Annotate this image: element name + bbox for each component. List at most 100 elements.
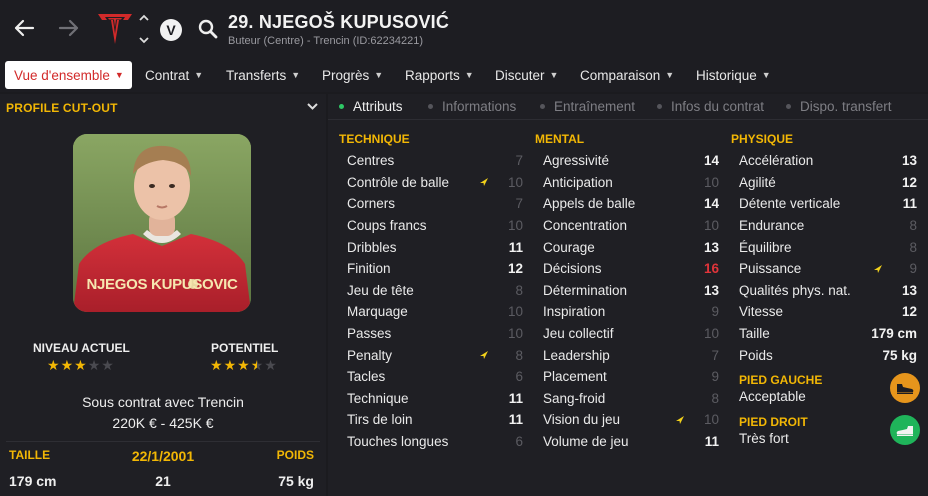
attribute-name: Sang-froid: [543, 390, 606, 406]
attribute-name: Marquage: [347, 304, 408, 320]
attribute-value: 8: [711, 390, 719, 406]
attribute-row[interactable]: Tirs de loin 11: [339, 409, 523, 431]
attribute-row[interactable]: Contrôle de balle 10: [339, 172, 523, 194]
attribute-row[interactable]: Technique 11: [339, 388, 523, 410]
attribute-name: Taille: [739, 326, 770, 342]
weight-label: POIDS: [276, 448, 314, 462]
attribute-row[interactable]: Corners 7: [339, 193, 523, 215]
attribute-row[interactable]: Dribbles 11: [339, 236, 523, 258]
attribute-name: Puissance: [739, 261, 802, 277]
attribute-row[interactable]: Jeu collectif 10: [535, 323, 719, 345]
attribute-row[interactable]: Placement 9: [535, 366, 719, 388]
subtab-transfer-availability[interactable]: Dispo. transfert: [786, 99, 892, 114]
attribute-row[interactable]: Taille 179 cm: [731, 323, 917, 345]
subtab-attributes[interactable]: Attributs: [339, 99, 403, 114]
attribute-row[interactable]: Tacles 6: [339, 366, 523, 388]
attribute-value: 8: [909, 239, 917, 255]
attribute-row[interactable]: Poids 75 kg: [731, 344, 917, 366]
attribute-row[interactable]: Courage 13: [535, 236, 719, 258]
club-switcher[interactable]: [137, 14, 151, 44]
attribute-row[interactable]: Détermination 13: [535, 280, 719, 302]
attribute-name: Équilibre: [739, 239, 792, 255]
attribute-name: Endurance: [739, 218, 805, 234]
player-name: 29. NJEGOŠ KUPUSOVIĆ: [228, 12, 450, 32]
attribute-row[interactable]: Agressivité 14: [535, 150, 719, 172]
attribute-row[interactable]: Agilité 12: [731, 172, 917, 194]
nav-discuss[interactable]: Discuter ▼: [495, 61, 558, 89]
chevron-down-icon: ▼: [114, 70, 124, 80]
attribute-row[interactable]: Centres 7: [339, 150, 523, 172]
attribute-row[interactable]: Décisions 16: [535, 258, 719, 280]
attribute-row[interactable]: Vitesse 12: [731, 301, 917, 323]
forward-button[interactable]: [56, 14, 82, 42]
attribute-row[interactable]: Appels de balle 14: [535, 193, 719, 215]
attribute-name: Courage: [543, 239, 595, 255]
attribute-row[interactable]: Coups francs 10: [339, 215, 523, 237]
attribute-row[interactable]: Marquage 10: [339, 301, 523, 323]
star-icon: ★: [47, 357, 60, 373]
subtab-bar: Attributs Informations Entraînement Info…: [328, 94, 928, 120]
star-icon: ★: [223, 357, 237, 373]
attribute-row[interactable]: Puissance 9: [731, 258, 917, 280]
attribute-value: 10: [507, 218, 523, 234]
profile-panel-title: PROFILE CUT-OUT: [6, 101, 118, 115]
attribute-value: 9: [909, 261, 917, 277]
nav-transfers[interactable]: Transferts ▼: [226, 61, 300, 89]
nav-contract[interactable]: Contrat ▼: [145, 61, 203, 89]
club-crest-icon: [98, 14, 132, 44]
attribute-row[interactable]: Inspiration 9: [535, 301, 719, 323]
attribute-row[interactable]: Endurance 8: [731, 215, 917, 237]
nav-comparison[interactable]: Comparaison ▼: [580, 61, 674, 89]
subtab-label: Infos du contrat: [671, 99, 765, 114]
boot-icon: [897, 384, 914, 394]
profile-panel-dropdown[interactable]: [307, 101, 318, 113]
back-button[interactable]: [11, 14, 37, 42]
left-foot-value: Acceptable: [739, 389, 806, 404]
nav-progress[interactable]: Progrès ▼: [322, 61, 383, 89]
attribute-value: 7: [515, 196, 523, 212]
subtab-training[interactable]: Entraînement: [540, 99, 635, 114]
attribute-row[interactable]: Jeu de tête 8: [339, 280, 523, 302]
nav-label: Discuter: [495, 67, 545, 83]
subtab-information[interactable]: Informations: [428, 99, 516, 114]
attribute-row[interactable]: Finition 12: [339, 258, 523, 280]
nav-history[interactable]: Historique ▼: [696, 61, 771, 89]
chevron-down-icon: [307, 103, 318, 110]
chevron-up-icon: [139, 14, 149, 21]
nav-reports[interactable]: Rapports ▼: [405, 61, 474, 89]
progress-arrow-icon: [874, 264, 882, 273]
star-icon: ★: [210, 357, 223, 373]
boot-icon: [896, 426, 913, 436]
nav-overview[interactable]: Vue d'ensemble ▼: [5, 61, 132, 89]
search-button[interactable]: [197, 18, 219, 40]
chevron-down-icon: [139, 37, 149, 44]
attribute-value: 11: [508, 390, 523, 406]
attribute-row[interactable]: Qualités phys. nat. 13: [731, 280, 917, 302]
subtab-contract-info[interactable]: Infos du contrat: [657, 99, 764, 114]
attribute-row[interactable]: Accélération 13: [731, 150, 917, 172]
attribute-name: Jeu collectif: [543, 326, 614, 342]
attribute-row[interactable]: Vision du jeu 10: [535, 409, 719, 431]
attribute-row[interactable]: Penalty 8: [339, 344, 523, 366]
attribute-row[interactable]: Détente verticale 11: [731, 193, 917, 215]
right-foot-label: PIED DROIT: [739, 415, 808, 429]
club-badge[interactable]: V: [160, 19, 182, 41]
nav-label: Progrès: [322, 67, 370, 83]
nav-label: Rapports: [405, 67, 460, 83]
attribute-row[interactable]: Passes 10: [339, 323, 523, 345]
attribute-row[interactable]: Anticipation 10: [535, 172, 719, 194]
attribute-value: 10: [507, 304, 523, 320]
attribute-row[interactable]: Volume de jeu 11: [535, 431, 719, 453]
club-logo[interactable]: [97, 12, 133, 46]
attribute-row[interactable]: Sang-froid 8: [535, 388, 719, 410]
star-icon: ★: [264, 357, 277, 373]
attribute-row[interactable]: Concentration 10: [535, 215, 719, 237]
attribute-value: 13: [703, 239, 719, 255]
technique-heading: TECHNIQUE: [339, 132, 410, 146]
attribute-row[interactable]: Touches longues 6: [339, 431, 523, 453]
attribute-row[interactable]: Équilibre 8: [731, 236, 917, 258]
attribute-row[interactable]: Leadership 7: [535, 344, 719, 366]
attribute-name: Dribbles: [347, 239, 397, 255]
attribute-name: Concentration: [543, 218, 628, 234]
profile-panel: PROFILE CUT-OUT NJEGOS KUPUSOVIC NIVEAU …: [0, 94, 326, 496]
